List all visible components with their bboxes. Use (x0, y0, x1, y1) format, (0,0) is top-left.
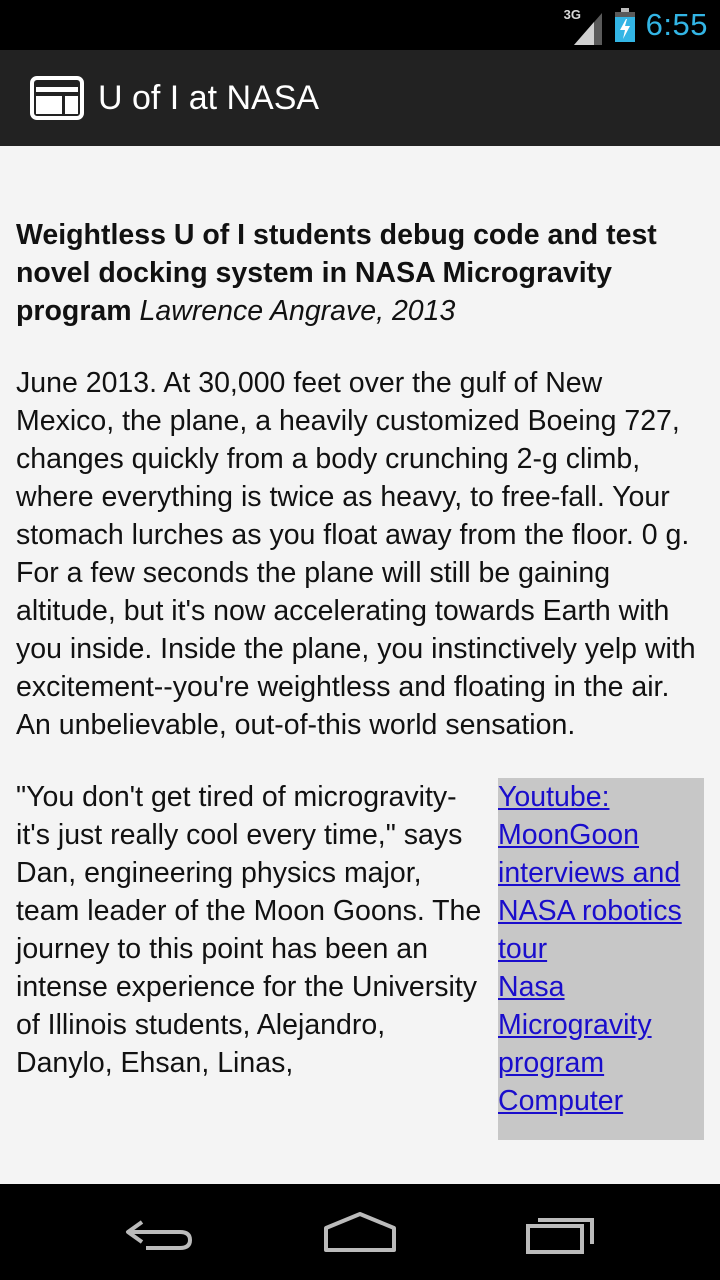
link-youtube-moongoon[interactable]: Youtube: MoonGoon interviews and NASA ro… (498, 778, 704, 968)
back-icon[interactable] (120, 1204, 200, 1260)
quote-row: "You don't get tired of microgravity-it'… (16, 778, 704, 1140)
network-signal-icon: 3G (564, 5, 604, 45)
article-headline: Weightless U of I students debug code an… (16, 216, 704, 330)
navigation-bar (0, 1184, 720, 1280)
home-icon[interactable] (320, 1204, 400, 1260)
article-byline: Lawrence Angrave, 2013 (139, 295, 456, 327)
battery-charging-icon (614, 8, 636, 42)
link-nasa-microgravity[interactable]: Nasa Microgravity program (498, 968, 704, 1082)
clock: 6:55 (645, 7, 708, 42)
status-bar: 3G 6:55 (0, 0, 720, 50)
article-paragraph-2: "You don't get tired of microgravity-it'… (16, 781, 482, 1079)
app-title: U of I at NASA (98, 78, 320, 117)
action-bar: U of I at NASA (0, 50, 720, 146)
related-links-sidebar: Youtube: MoonGoon interviews and NASA ro… (498, 778, 704, 1140)
article-paragraph-1: June 2013. At 30,000 feet over the gulf … (16, 367, 696, 741)
app-layout-icon[interactable] (30, 76, 84, 120)
article-content[interactable]: Weightless U of I students debug code an… (0, 146, 720, 1184)
link-computer[interactable]: Computer (498, 1082, 704, 1120)
recents-icon[interactable] (520, 1204, 600, 1260)
